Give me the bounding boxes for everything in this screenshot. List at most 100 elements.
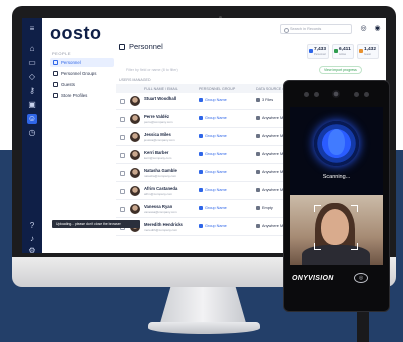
lock-icon[interactable]: ▣ (27, 100, 37, 110)
group-icon (199, 134, 203, 138)
settings-icon[interactable]: ⚙ (27, 246, 37, 253)
row-group[interactable]: Group Name (199, 152, 227, 156)
row-group-label: Group Name (205, 116, 227, 120)
row-email: vanessa@company.com (144, 210, 177, 214)
row-checkbox[interactable] (120, 171, 125, 176)
column-header-name[interactable]: FULL NAME / EMAIL (144, 87, 178, 91)
group-icon (199, 116, 203, 120)
key-icon[interactable]: ⚷ (27, 86, 37, 96)
row-group[interactable]: Group Name (199, 116, 227, 120)
personnel-icon (53, 60, 58, 65)
people-icon[interactable]: ☺ (27, 114, 37, 124)
row-checkbox[interactable] (120, 117, 125, 122)
row-group[interactable]: Group Name (199, 98, 227, 102)
file-icon (256, 152, 260, 156)
terminal-brand: ONYVISION (292, 275, 334, 282)
sidebar-item-label: Store Profiles (61, 93, 88, 98)
row-group-label: Group Name (205, 170, 227, 174)
row-checkbox[interactable] (120, 207, 125, 212)
help-icon[interactable]: ? (27, 221, 37, 231)
groups-icon (53, 71, 58, 76)
shield-icon[interactable]: ◇ (27, 72, 37, 82)
row-checkbox[interactable] (120, 153, 125, 158)
filter-input[interactable]: Filter by field or name (8 to filter) (119, 65, 269, 75)
sidebar-item-guests[interactable]: Guests (50, 80, 114, 89)
row-group[interactable]: Group Name (199, 206, 227, 210)
filter-bar: Filter by field or name (8 to filter) Vi… (119, 65, 374, 75)
row-email: meredith@company.com (144, 228, 178, 232)
stat-value: 6,411 (339, 47, 351, 52)
row-name: Kerri Barber (144, 150, 169, 155)
column-header-group[interactable]: PERSONNEL GROUP (199, 87, 235, 91)
shield-status-icon[interactable]: ◎ (359, 24, 368, 33)
user-account-icon[interactable]: ◉ (373, 24, 382, 33)
row-group-label: Group Name (205, 152, 227, 156)
stat-value: 1,432 (364, 47, 377, 52)
row-name: Jessica Miles (144, 132, 171, 137)
stat-active: 6,411 Active (332, 44, 354, 59)
row-name: Natasha Gamble (144, 168, 177, 173)
row-group-label: Group Name (205, 98, 227, 102)
app-logo: oosto (50, 23, 102, 43)
row-source: Empty (256, 206, 273, 210)
stat-label: Guest (364, 53, 371, 56)
store-icon (53, 93, 58, 98)
bell-icon[interactable]: ♪ (27, 234, 37, 244)
report-icon[interactable]: ◷ (27, 128, 37, 138)
search-input[interactable]: Search in Records (280, 24, 352, 34)
home-icon[interactable]: ⌂ (27, 44, 37, 54)
sidebar-item-personnel[interactable]: Personnel (50, 58, 114, 67)
row-group[interactable]: Group Name (199, 188, 227, 192)
row-source: 3 Files (256, 98, 273, 102)
guest-icon (53, 82, 58, 87)
stat-swatch (334, 49, 338, 53)
upload-toast: Uploading... please don't close the brow… (52, 220, 140, 228)
row-email: afrim@company.com (144, 192, 173, 196)
face-recognition-terminal: Scanning... ONYVISION ◎ (283, 80, 390, 312)
row-group[interactable]: Group Name (199, 170, 227, 174)
face-scan-icon (328, 129, 345, 155)
row-group-label: Group Name (205, 206, 227, 210)
row-group[interactable]: Group Name (199, 224, 227, 228)
monitor-icon[interactable]: ▭ (27, 58, 37, 68)
person-shoulders (302, 245, 370, 265)
avatar (130, 204, 140, 214)
row-checkbox[interactable] (120, 99, 125, 104)
camera-lens-icon (332, 90, 340, 98)
sidebar-item-label: Guests (61, 82, 75, 87)
stat-label: Personnel (314, 53, 326, 56)
sidebar-section-title: PEOPLE (52, 51, 72, 56)
menu-icon[interactable]: ≡ (27, 24, 37, 34)
row-email: jessica@company.com (144, 138, 175, 142)
sidebar-item-personnel-groups[interactable]: Personnel Groups (50, 69, 114, 78)
person-face (321, 209, 349, 245)
import-progress-button[interactable]: View import progress (319, 66, 362, 74)
row-email: natasha@company.com (144, 174, 177, 178)
row-checkbox[interactable] (120, 135, 125, 140)
sidebar-item-label: Personnel (61, 60, 81, 65)
row-group[interactable]: Group Name (199, 134, 227, 138)
file-icon (256, 98, 260, 102)
page-title: Personnel (119, 42, 163, 51)
file-icon (256, 224, 260, 228)
monitor-stand-neck (160, 287, 246, 323)
file-icon (256, 116, 260, 120)
row-checkbox[interactable] (120, 189, 125, 194)
file-icon (256, 134, 260, 138)
terminal-screen: Scanning... (290, 107, 383, 265)
row-name: Meredith Hendricks (144, 222, 183, 227)
row-name: Afrim Castaneda (144, 186, 178, 191)
row-name: Perre Valdéz (144, 114, 169, 119)
group-icon (199, 98, 203, 102)
row-name: Vanessa Ryan (144, 204, 173, 209)
row-group-label: Group Name (205, 224, 227, 228)
avatar (130, 132, 140, 142)
nav-rail: ≡ ⌂ ▭ ◇ ⚷ ▣ ☺ ◷ ? ♪ ⚙ (22, 18, 42, 253)
group-icon (199, 152, 203, 156)
personnel-title-icon (119, 43, 125, 50)
sidebar-item-label: Personnel Groups (61, 71, 97, 76)
stat-label: Active (339, 53, 347, 56)
sidebar-item-store-profiles[interactable]: Store Profiles (50, 91, 114, 100)
group-icon (199, 224, 203, 228)
row-group-label: Group Name (205, 188, 227, 192)
